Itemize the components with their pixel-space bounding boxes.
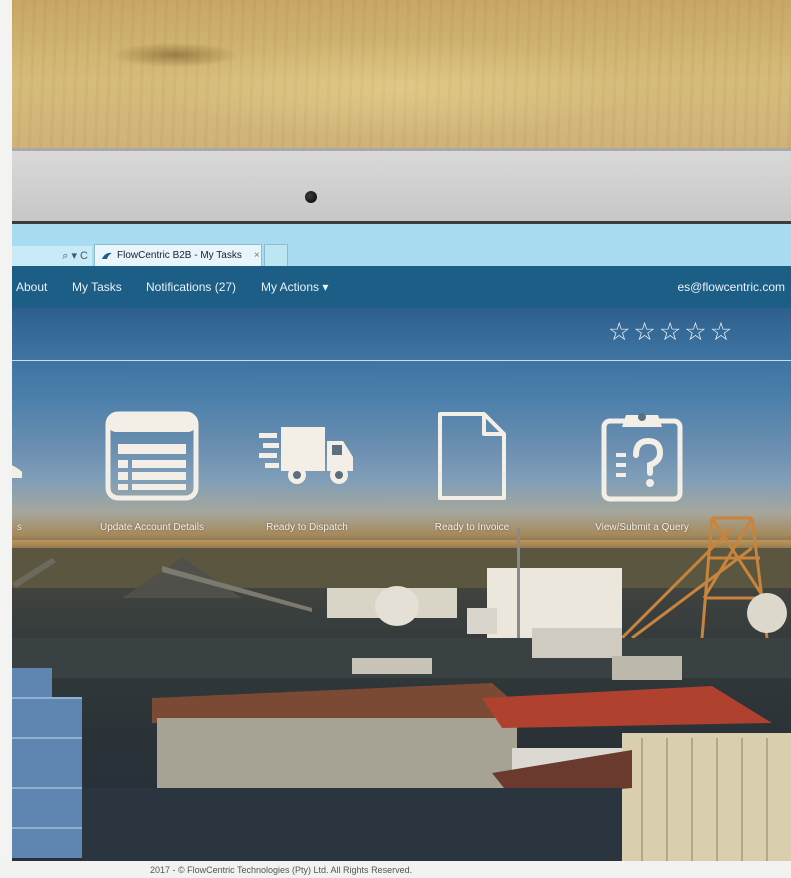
wooden-desk-background — [0, 0, 791, 150]
webcam-icon — [305, 191, 317, 203]
tile-label: View/Submit a Query — [595, 522, 689, 533]
tab-close-icon[interactable]: × — [254, 250, 260, 261]
rating-star-2[interactable]: ☆ — [633, 320, 655, 345]
tile-view-submit-query[interactable]: View/Submit a Query — [572, 408, 712, 533]
mine-site-scenery — [12, 516, 791, 861]
tab-title: FlowCentric B2B - My Tasks — [117, 250, 242, 261]
hero-background: ☆ ☆ ☆ ☆ ☆ s Update Account Details Ready… — [12, 308, 791, 861]
nav-my-actions-dropdown[interactable]: My Actions ▾ — [261, 280, 328, 294]
screen: ⌕ ▾ C FlowCentric B2B - My Tasks × About… — [12, 224, 791, 861]
photo-edge — [0, 0, 12, 878]
account-details-icon — [102, 408, 202, 504]
tile-label: Ready to Dispatch — [266, 522, 348, 533]
rating-stars[interactable]: ☆ ☆ ☆ ☆ ☆ — [608, 320, 732, 345]
nav-my-tasks[interactable]: My Tasks — [72, 280, 122, 294]
flowcentric-logo-icon — [102, 252, 112, 259]
rating-star-1[interactable]: ☆ — [608, 320, 630, 345]
clipboard-query-icon — [592, 408, 692, 504]
tile-label: Ready to Invoice — [434, 522, 510, 533]
new-tab-button[interactable] — [264, 244, 288, 266]
rating-star-3[interactable]: ☆ — [659, 320, 681, 345]
tile-label: Update Account Details — [100, 522, 204, 533]
header-divider — [12, 360, 791, 361]
rating-star-5[interactable]: ☆ — [710, 320, 732, 345]
user-icon — [12, 408, 22, 504]
nav-notifications[interactable]: Notifications (27) — [146, 280, 236, 294]
address-bar-controls[interactable]: ⌕ ▾ C — [12, 246, 92, 266]
tile-update-account-details[interactable]: Update Account Details — [82, 408, 222, 533]
browser-tab-strip: ⌕ ▾ C FlowCentric B2B - My Tasks × — [12, 224, 791, 266]
tile-ready-to-dispatch[interactable]: Ready to Dispatch — [247, 408, 367, 533]
tab-flowcentric-my-tasks[interactable]: FlowCentric B2B - My Tasks × — [94, 244, 262, 266]
tile-user[interactable]: s — [12, 408, 22, 533]
tile-ready-to-invoice[interactable]: Ready to Invoice — [412, 408, 532, 533]
main-navbar: About My Tasks Notifications (27) My Act… — [12, 266, 791, 308]
copyright-text: 2017 - © FlowCentric Technologies (Pty) … — [150, 865, 413, 875]
page-footer: 2017 - © FlowCentric Technologies (Pty) … — [0, 861, 791, 878]
user-account-link[interactable]: es@flowcentric.com — [677, 280, 785, 294]
rating-star-4[interactable]: ☆ — [684, 320, 706, 345]
nav-about[interactable]: About — [16, 280, 47, 294]
document-icon — [422, 408, 522, 504]
delivery-truck-icon — [257, 408, 357, 504]
monitor-bezel — [12, 148, 791, 224]
tile-label: s — [17, 522, 22, 533]
